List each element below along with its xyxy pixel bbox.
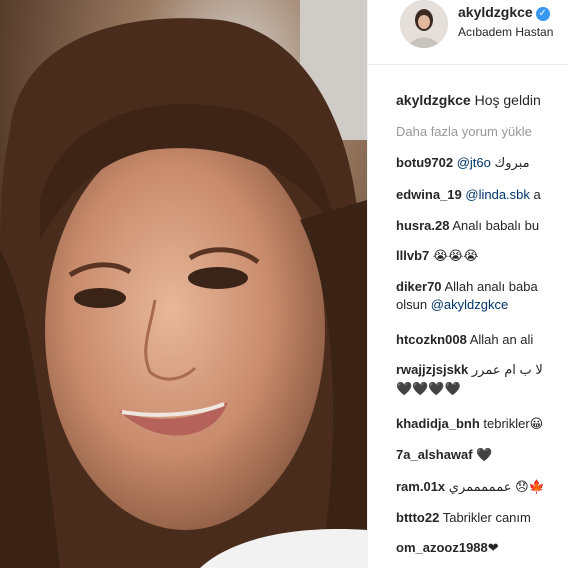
comment-text-line2: olsun @akyldzgkce xyxy=(396,297,538,312)
comment-text-continued: 🖤🖤🖤🖤 xyxy=(396,381,461,396)
post-header: akyldzgkce ✓ Acıbadem Hastan xyxy=(368,0,568,65)
caption-text: Hoş geldin xyxy=(474,92,541,108)
comment-text: Analı babalı bu xyxy=(449,218,540,233)
comment-text: 🖤 xyxy=(472,447,493,462)
comment-username[interactable]: botu9702 xyxy=(396,155,453,170)
comment-item: htcozkn008 Allah an ali xyxy=(396,332,533,347)
comment-text: Allah analı baba xyxy=(441,279,538,294)
comment-username[interactable]: ram.01x xyxy=(396,479,445,494)
comment-text: مبروك xyxy=(490,155,530,170)
comment-username[interactable]: husra.28 xyxy=(396,218,449,233)
comment-username[interactable]: edwina_19 xyxy=(396,187,462,202)
comment-text: a xyxy=(529,187,541,202)
post-photo[interactable] xyxy=(0,0,367,568)
post-username-text[interactable]: akyldzgkce xyxy=(458,4,533,20)
comments-panel: akyldzgkce ✓ Acıbadem Hastan akyldzgkce H… xyxy=(367,0,568,568)
comment-mention[interactable]: @akyldzgkce xyxy=(431,297,509,312)
comment-username[interactable]: khadidja_bnh xyxy=(396,416,480,431)
comment-item: rwajjzjsjskk لا ب ام عمرر 🖤🖤🖤🖤 xyxy=(396,362,543,397)
comment-text: tebrikler😀 xyxy=(479,416,544,431)
comment-username[interactable]: bttto22 xyxy=(396,510,439,525)
comment-username[interactable]: htcozkn008 xyxy=(396,332,467,347)
comment-item: 7a_alshawaf 🖤 xyxy=(396,447,492,463)
caption: akyldzgkce Hoş geldin xyxy=(396,92,541,108)
comment-item: edwina_19 @linda.sbk a xyxy=(396,187,541,202)
comment-mention[interactable]: @jt6o xyxy=(457,155,491,170)
comment-item: botu9702 @jt6o مبروك xyxy=(396,155,530,171)
comment-item: om_azooz1988❤ xyxy=(396,540,499,556)
caption-username[interactable]: akyldzgkce xyxy=(396,92,471,108)
comment-item: husra.28 Analı babalı bu xyxy=(396,218,539,233)
avatar[interactable] xyxy=(400,0,448,48)
post-location[interactable]: Acıbadem Hastan xyxy=(458,25,553,39)
post-username[interactable]: akyldzgkce ✓ xyxy=(458,4,550,21)
comment-text: Allah an ali xyxy=(466,332,534,347)
comment-text: Tabrikler canım xyxy=(439,510,531,525)
comment-text: عمممممري 😞🍁 xyxy=(445,479,545,494)
load-more-comments-button[interactable]: Daha fazla yorum yükle xyxy=(396,124,532,139)
comment-text: لا ب ام عمرر xyxy=(468,362,543,377)
comment-username[interactable]: rwajjzjsjskk xyxy=(396,362,468,377)
comment-item: bttto22 Tabrikler canım xyxy=(396,510,531,525)
comment-item: khadidja_bnh tebrikler😀 xyxy=(396,416,543,432)
comment-username[interactable]: diker70 xyxy=(396,279,442,294)
comment-username[interactable]: om_azooz1988 xyxy=(396,540,488,555)
comment-mention[interactable]: @linda.sbk xyxy=(465,187,530,202)
comment-item: lllvb7 😭😭😭 xyxy=(396,248,478,264)
comment-item: diker70 Allah analı baba olsun @akyldzgk… xyxy=(396,279,538,312)
comment-text-continued: olsun xyxy=(396,297,431,312)
comment-text: ❤ xyxy=(487,540,499,555)
comment-username[interactable]: lllvb7 xyxy=(396,248,429,263)
comment-text: 😭😭😭 xyxy=(429,248,479,263)
comment-username[interactable]: 7a_alshawaf xyxy=(396,447,473,462)
verified-badge-icon: ✓ xyxy=(535,7,550,21)
comment-item: ram.01x عمممممري 😞🍁 xyxy=(396,479,545,495)
